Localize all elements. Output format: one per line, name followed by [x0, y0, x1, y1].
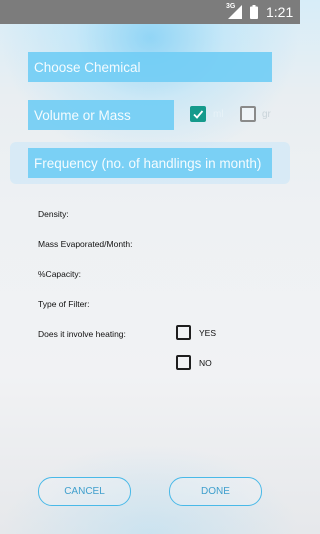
capacity-label: %Capacity:	[38, 269, 81, 279]
ml-checkbox[interactable]	[190, 106, 206, 122]
battery-icon	[250, 5, 258, 19]
gr-checkbox[interactable]	[240, 106, 256, 122]
checkmark-icon	[193, 110, 204, 119]
chemical-input[interactable]	[28, 52, 272, 82]
heating-no-checkbox[interactable]	[176, 355, 191, 370]
heating-no-label: NO	[199, 358, 212, 368]
heating-label: Does it involve heating:	[38, 329, 126, 339]
filter-type-label: Type of Filter:	[38, 299, 90, 309]
done-button[interactable]: DONE	[169, 477, 262, 506]
clock: 1:21	[266, 4, 294, 20]
heating-yes-checkbox[interactable]	[176, 325, 191, 340]
cancel-button[interactable]: CANCEL	[38, 477, 131, 506]
density-label: Density:	[38, 209, 69, 219]
volume-mass-input[interactable]	[28, 100, 174, 130]
signal-icon	[228, 5, 242, 19]
heating-yes-label: YES	[199, 328, 217, 338]
gr-label: gr	[262, 109, 271, 120]
mass-evaporated-label: Mass Evaporated/Month:	[38, 239, 133, 249]
frequency-input[interactable]	[28, 148, 272, 178]
ml-label: ml	[213, 109, 224, 120]
status-bar: 3G 1:21	[0, 0, 300, 24]
